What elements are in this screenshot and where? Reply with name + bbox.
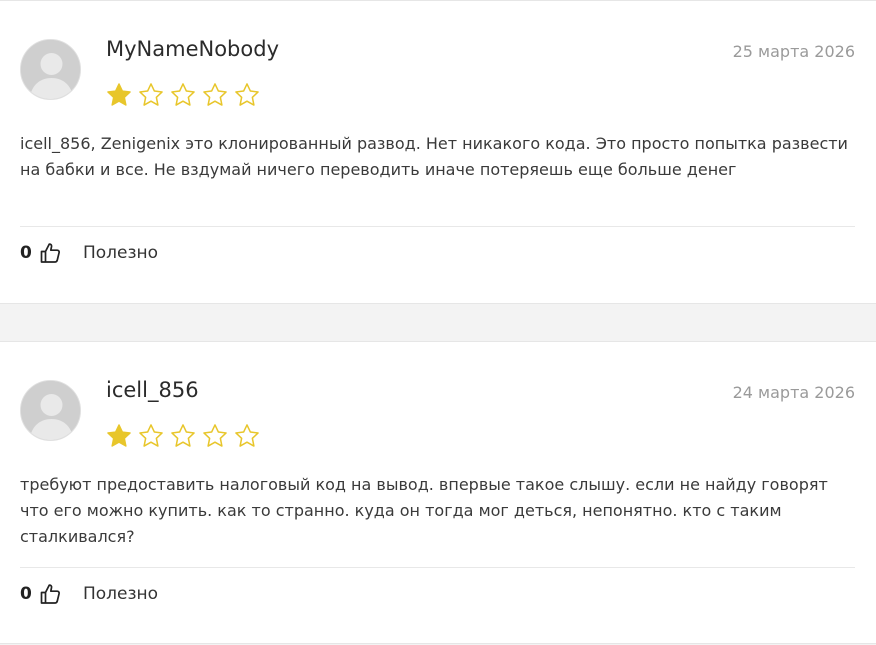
review-text: требуют предоставить налоговый код на вы… [20,475,828,546]
star-empty-icon [235,83,259,106]
star-empty-icon [139,83,163,106]
rating-stars [105,422,261,450]
user-avatar-icon [20,380,81,441]
useful-row: 0 Полезно [20,580,158,608]
useful-button[interactable]: Полезно [83,243,158,263]
star-empty-icon [171,83,195,106]
useful-button[interactable]: Полезно [83,584,158,604]
reviews-page: MyNameNobody 25 марта 2026 icell_856, Ze… [0,0,876,645]
review-date: 25 марта 2026 [732,42,855,61]
star-empty-icon [235,424,259,447]
user-avatar-icon [20,39,81,100]
review-card: MyNameNobody 25 марта 2026 icell_856, Ze… [0,0,876,304]
thumbs-up-icon[interactable] [38,241,62,265]
star-empty-icon [203,424,227,447]
divider [20,567,855,568]
useful-row: 0 Полезно [20,239,158,267]
divider [20,226,855,227]
star-filled-icon [107,424,131,447]
review-author[interactable]: icell_856 [106,378,199,402]
thumbs-up-icon[interactable] [38,582,62,606]
review-card: icell_856 24 марта 2026 требуют предоста… [0,341,876,644]
useful-count: 0 [20,584,32,604]
useful-count: 0 [20,243,32,263]
review-text: icell_856, Zenigenix это клонированный р… [20,134,848,179]
star-empty-icon [171,424,195,447]
star-filled-icon [107,83,131,106]
star-empty-icon [139,424,163,447]
review-author[interactable]: MyNameNobody [106,37,279,61]
review-date: 24 марта 2026 [732,383,855,402]
rating-stars [105,81,261,109]
star-empty-icon [203,83,227,106]
